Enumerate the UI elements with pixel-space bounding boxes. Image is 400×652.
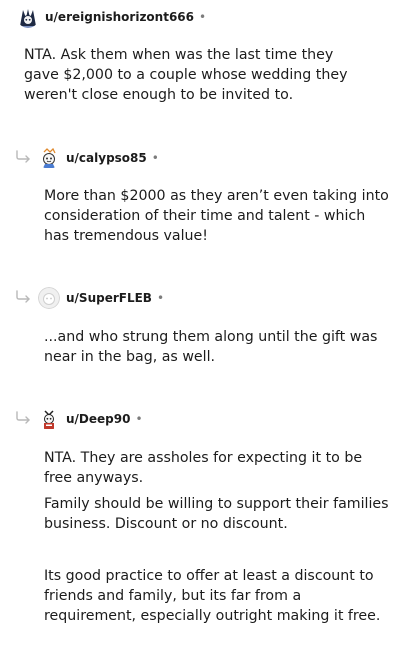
separator-dot: •	[151, 151, 159, 165]
comment-body-paragraph: Family should be willing to support thei…	[44, 496, 389, 532]
comment-username[interactable]: u/Deep90	[66, 412, 130, 426]
snoo-avatar-icon[interactable]	[38, 147, 60, 169]
comment-body: More than $2000 as they aren’t even taki…	[44, 188, 389, 244]
comment-header: u/ereignishorizont666 •	[17, 4, 206, 30]
comment-body: ...and who strung them along until the g…	[44, 329, 378, 365]
comment-header: u/SuperFLEB •	[38, 285, 164, 311]
comment-username[interactable]: u/calypso85	[66, 151, 147, 165]
comment-body-paragraph: Its good practice to offer at least a di…	[44, 568, 381, 624]
separator-dot: •	[199, 10, 207, 24]
comment-body-paragraph: NTA. They are assholes for expecting it …	[44, 450, 363, 486]
separator-dot: •	[156, 291, 165, 305]
snoo-avatar-icon[interactable]	[17, 6, 39, 28]
reply-arrow-icon	[16, 411, 30, 424]
comment-header: u/calypso85 •	[38, 145, 159, 171]
reply-arrow-icon	[16, 150, 30, 163]
comment-username[interactable]: u/ereignishorizont666	[45, 10, 194, 24]
comment-body: NTA. Ask them when was the last time the…	[24, 47, 348, 103]
reply-arrow-icon	[16, 290, 30, 303]
comment-username[interactable]: u/SuperFLEB	[66, 291, 152, 305]
snoo-avatar-icon[interactable]	[38, 408, 60, 430]
separator-dot: •	[135, 412, 143, 426]
default-avatar-icon[interactable]	[38, 287, 60, 309]
comment-header: u/Deep90 •	[38, 406, 143, 432]
